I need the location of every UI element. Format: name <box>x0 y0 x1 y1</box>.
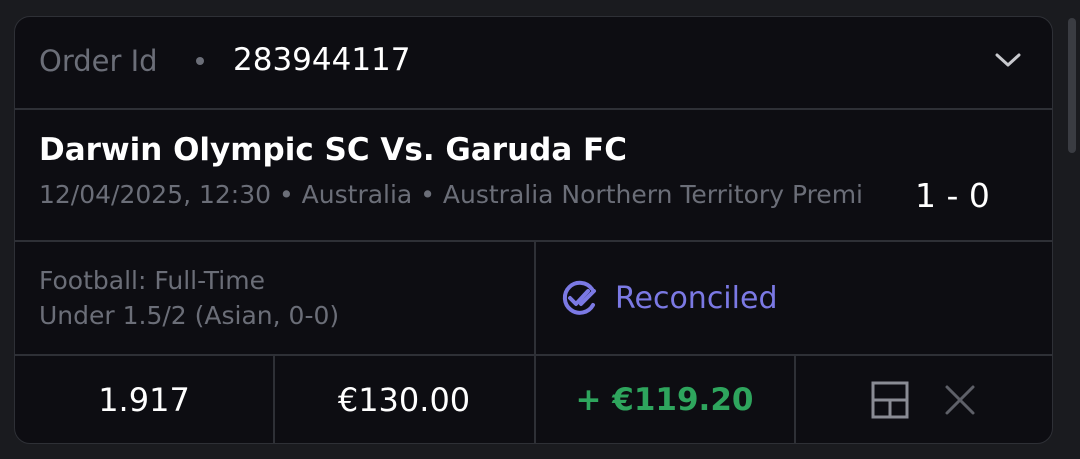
order-id-label: Order Id <box>39 44 158 78</box>
profit-cell: + €119.20 <box>535 355 794 443</box>
stake-cell: €130.00 <box>274 355 534 443</box>
match-meta: 12/04/2025, 12:30 • Australia • Australi… <box>39 180 863 209</box>
status-text: Reconciled <box>615 280 778 316</box>
close-icon[interactable] <box>940 380 980 420</box>
separator-dot <box>196 57 204 65</box>
vertical-divider <box>534 241 536 355</box>
order-card: Order Id 283944117 Darwin Olympic SC Vs.… <box>14 16 1053 444</box>
market-line-1: Football: Full-Time <box>39 266 265 295</box>
chevron-down-icon[interactable] <box>992 50 1024 70</box>
profit-value: + €119.20 <box>575 382 754 418</box>
scrollbar[interactable] <box>1068 18 1076 153</box>
double-check-icon <box>562 280 596 315</box>
match-score: 1 - 0 <box>915 176 990 215</box>
bet-market: Football: Full-Time Under 1.5/2 (Asian, … <box>39 263 339 333</box>
odds-value: 1.917 <box>98 381 190 419</box>
stake-value: €130.00 <box>337 381 471 419</box>
market-line-2: Under 1.5/2 (Asian, 0-0) <box>39 301 340 330</box>
match-info <box>15 109 1052 240</box>
order-id-value: 283944117 <box>233 42 411 78</box>
odds-cell: 1.917 <box>15 355 273 443</box>
grid-icon[interactable] <box>870 380 910 420</box>
status-badge: Reconciled <box>559 279 777 317</box>
order-header[interactable]: Order Id 283944117 <box>15 17 1052 108</box>
actions-cell <box>795 355 1052 443</box>
match-title: Darwin Olympic SC Vs. Garuda FC <box>39 132 627 168</box>
